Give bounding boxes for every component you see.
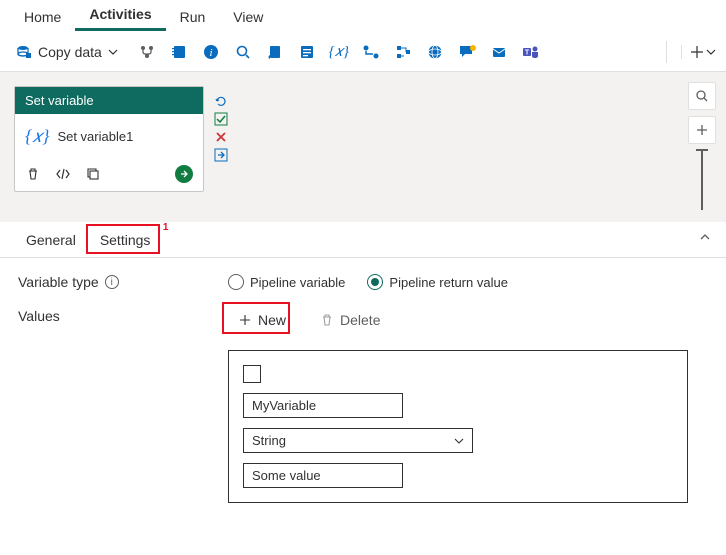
- code-icon[interactable]: [55, 166, 71, 182]
- new-value-label: New: [258, 312, 286, 328]
- radio-pipeline-variable[interactable]: Pipeline variable: [228, 274, 345, 290]
- nav-tab-home[interactable]: Home: [10, 3, 75, 31]
- tab-settings[interactable]: Settings 1: [88, 224, 163, 256]
- teams-icon[interactable]: T: [522, 43, 540, 61]
- chevron-down-icon: [108, 47, 118, 57]
- settings-badge: 1: [163, 222, 169, 233]
- toolbar: Copy data i {𝑥} T: [0, 32, 726, 72]
- mail-icon[interactable]: [490, 43, 508, 61]
- toolbar-divider: [666, 41, 667, 63]
- values-label: Values: [18, 308, 228, 324]
- collapse-panel-icon[interactable]: [698, 230, 712, 244]
- delete-value-label: Delete: [340, 312, 380, 328]
- canvas-zoom-in-button[interactable]: [688, 116, 716, 144]
- variable-type-select[interactable]: String: [243, 428, 473, 453]
- value-checkbox[interactable]: [243, 365, 261, 383]
- delete-activity-icon[interactable]: [25, 166, 41, 182]
- activity-body: {𝑥} Set variable1: [15, 114, 203, 159]
- variable-x-icon: {𝑥}: [25, 126, 49, 147]
- radio-pipeline-variable-label: Pipeline variable: [250, 275, 345, 290]
- radio-pipeline-return-value[interactable]: Pipeline return value: [367, 274, 508, 290]
- copy-data-button[interactable]: Copy data: [10, 42, 124, 62]
- list-icon[interactable]: [298, 43, 316, 61]
- pipeline-canvas[interactable]: Set variable {𝑥} Set variable1: [0, 72, 726, 222]
- variable-name-input[interactable]: MyVariable: [243, 393, 403, 418]
- chevron-down-icon: [454, 436, 464, 446]
- port-fail-icon[interactable]: [214, 130, 228, 144]
- nav-tab-activities[interactable]: Activities: [75, 0, 165, 31]
- variable-value-input[interactable]: Some value: [243, 463, 403, 488]
- globe-icon[interactable]: [426, 43, 444, 61]
- chat-icon[interactable]: [458, 43, 476, 61]
- port-skip-icon[interactable]: [214, 148, 228, 162]
- new-value-button[interactable]: New: [228, 308, 296, 332]
- activity-header: Set variable: [15, 87, 203, 114]
- canvas-search-button[interactable]: [688, 82, 716, 110]
- tab-settings-label: Settings: [100, 232, 151, 248]
- top-nav: Home Activities Run View: [0, 0, 726, 32]
- radio-return-value-label: Pipeline return value: [389, 275, 508, 290]
- svg-text:T: T: [525, 50, 530, 57]
- variable-type-label: Variable type i: [18, 274, 228, 290]
- add-activity-button[interactable]: [681, 45, 716, 59]
- dataflow-icon[interactable]: [362, 43, 380, 61]
- delete-value-button[interactable]: Delete: [314, 308, 386, 332]
- branch-icon[interactable]: [138, 43, 156, 61]
- copy-data-label: Copy data: [38, 44, 102, 60]
- align-icon[interactable]: [394, 43, 412, 61]
- notebook-icon[interactable]: [170, 43, 188, 61]
- value-card: MyVariable String Some value: [228, 350, 688, 503]
- nav-tab-run[interactable]: Run: [166, 3, 220, 31]
- run-activity-icon[interactable]: [175, 165, 193, 183]
- port-loop-icon[interactable]: [214, 94, 228, 108]
- search-icon[interactable]: [234, 43, 252, 61]
- nav-tab-view[interactable]: View: [219, 3, 277, 31]
- activity-card[interactable]: Set variable {𝑥} Set variable1: [14, 86, 204, 192]
- detail-tabs: General Settings 1: [0, 222, 726, 258]
- database-icon: [16, 44, 32, 60]
- variable-icon[interactable]: {𝑥}: [330, 43, 348, 61]
- variable-type-value: String: [252, 433, 286, 448]
- info-icon[interactable]: i: [105, 275, 119, 289]
- script-icon[interactable]: [266, 43, 284, 61]
- canvas-zoom-slider[interactable]: [701, 150, 703, 210]
- copy-icon[interactable]: [85, 166, 101, 182]
- settings-form: Variable type i Pipeline variable Pipeli…: [0, 258, 726, 519]
- svg-text:i: i: [209, 47, 212, 59]
- tab-general[interactable]: General: [14, 224, 88, 256]
- info-icon[interactable]: i: [202, 43, 220, 61]
- port-success-icon[interactable]: [214, 112, 228, 126]
- activity-ports: [214, 94, 228, 162]
- activity-name: Set variable1: [57, 129, 133, 144]
